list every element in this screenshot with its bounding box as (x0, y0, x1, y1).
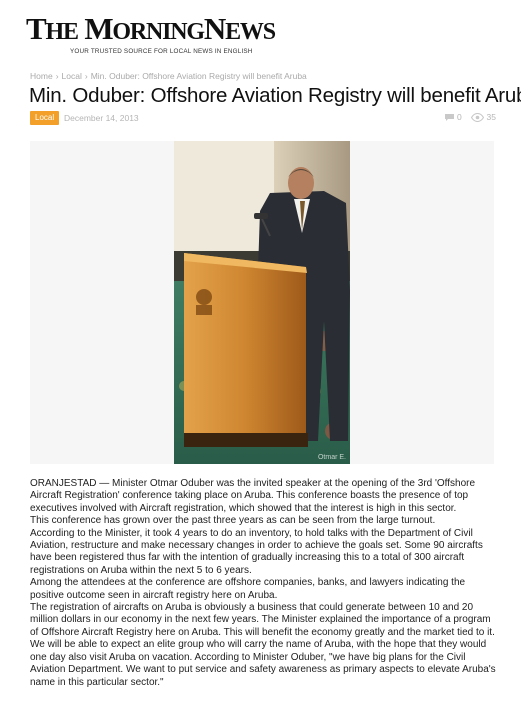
article-stats: 0 35 (444, 111, 496, 122)
category-badge[interactable]: Local (30, 111, 60, 125)
podium-emblem (196, 289, 212, 315)
breadcrumb-separator-icon: › (84, 71, 88, 81)
breadcrumb-separator-icon: › (55, 71, 59, 81)
breadcrumb-home[interactable]: Home (30, 71, 53, 81)
logo-wordmark: THE MORNINGNEWS (26, 11, 286, 47)
article-paragraph: The registration of aircrafts on Aruba i… (30, 602, 496, 688)
eye-icon (471, 112, 485, 122)
featured-photo[interactable]: Otmar E. (174, 141, 350, 464)
article-paragraph: This conference has grown over the past … (30, 515, 436, 527)
view-count: 35 (486, 111, 496, 122)
photo-credit: Otmar E. (318, 454, 346, 461)
logo-name: MORNINGNEWS (84, 11, 276, 46)
article-paragraph: Among the attendees at the conference ar… (30, 577, 466, 601)
breadcrumb-current: Min. Oduber: Offshore Aviation Registry … (90, 71, 307, 81)
article-meta: Local December 14, 2013 0 35 (30, 111, 496, 125)
site-tagline: YOUR TRUSTED SOURCE FOR LOCAL NEWS IN EN… (70, 48, 253, 55)
site-logo[interactable]: THE MORNINGNEWS YOUR TRUSTED SOURCE FOR … (26, 11, 286, 55)
logo-the: THE (26, 11, 79, 46)
breadcrumb-section[interactable]: Local (62, 71, 82, 81)
comment-bubble-icon[interactable] (444, 112, 455, 122)
article-body: ORANJESTAD — Minister Otmar Oduber was t… (30, 478, 496, 689)
podium (184, 253, 308, 447)
article-page: THE MORNINGNEWS YOUR TRUSTED SOURCE FOR … (0, 0, 521, 723)
publish-date: December 14, 2013 (64, 113, 139, 123)
article-title: Min. Oduber: Offshore Aviation Registry … (29, 84, 521, 107)
comment-count: 0 (456, 111, 462, 122)
breadcrumb: Home › Local › Min. Oduber: Offshore Aviatio… (30, 71, 307, 81)
article-paragraph: According to the Minister, it took 4 yea… (30, 527, 483, 576)
article-paragraph: ORANJESTAD — Minister Otmar Oduber was t… (30, 478, 476, 514)
featured-image-frame: Otmar E. (30, 141, 494, 464)
